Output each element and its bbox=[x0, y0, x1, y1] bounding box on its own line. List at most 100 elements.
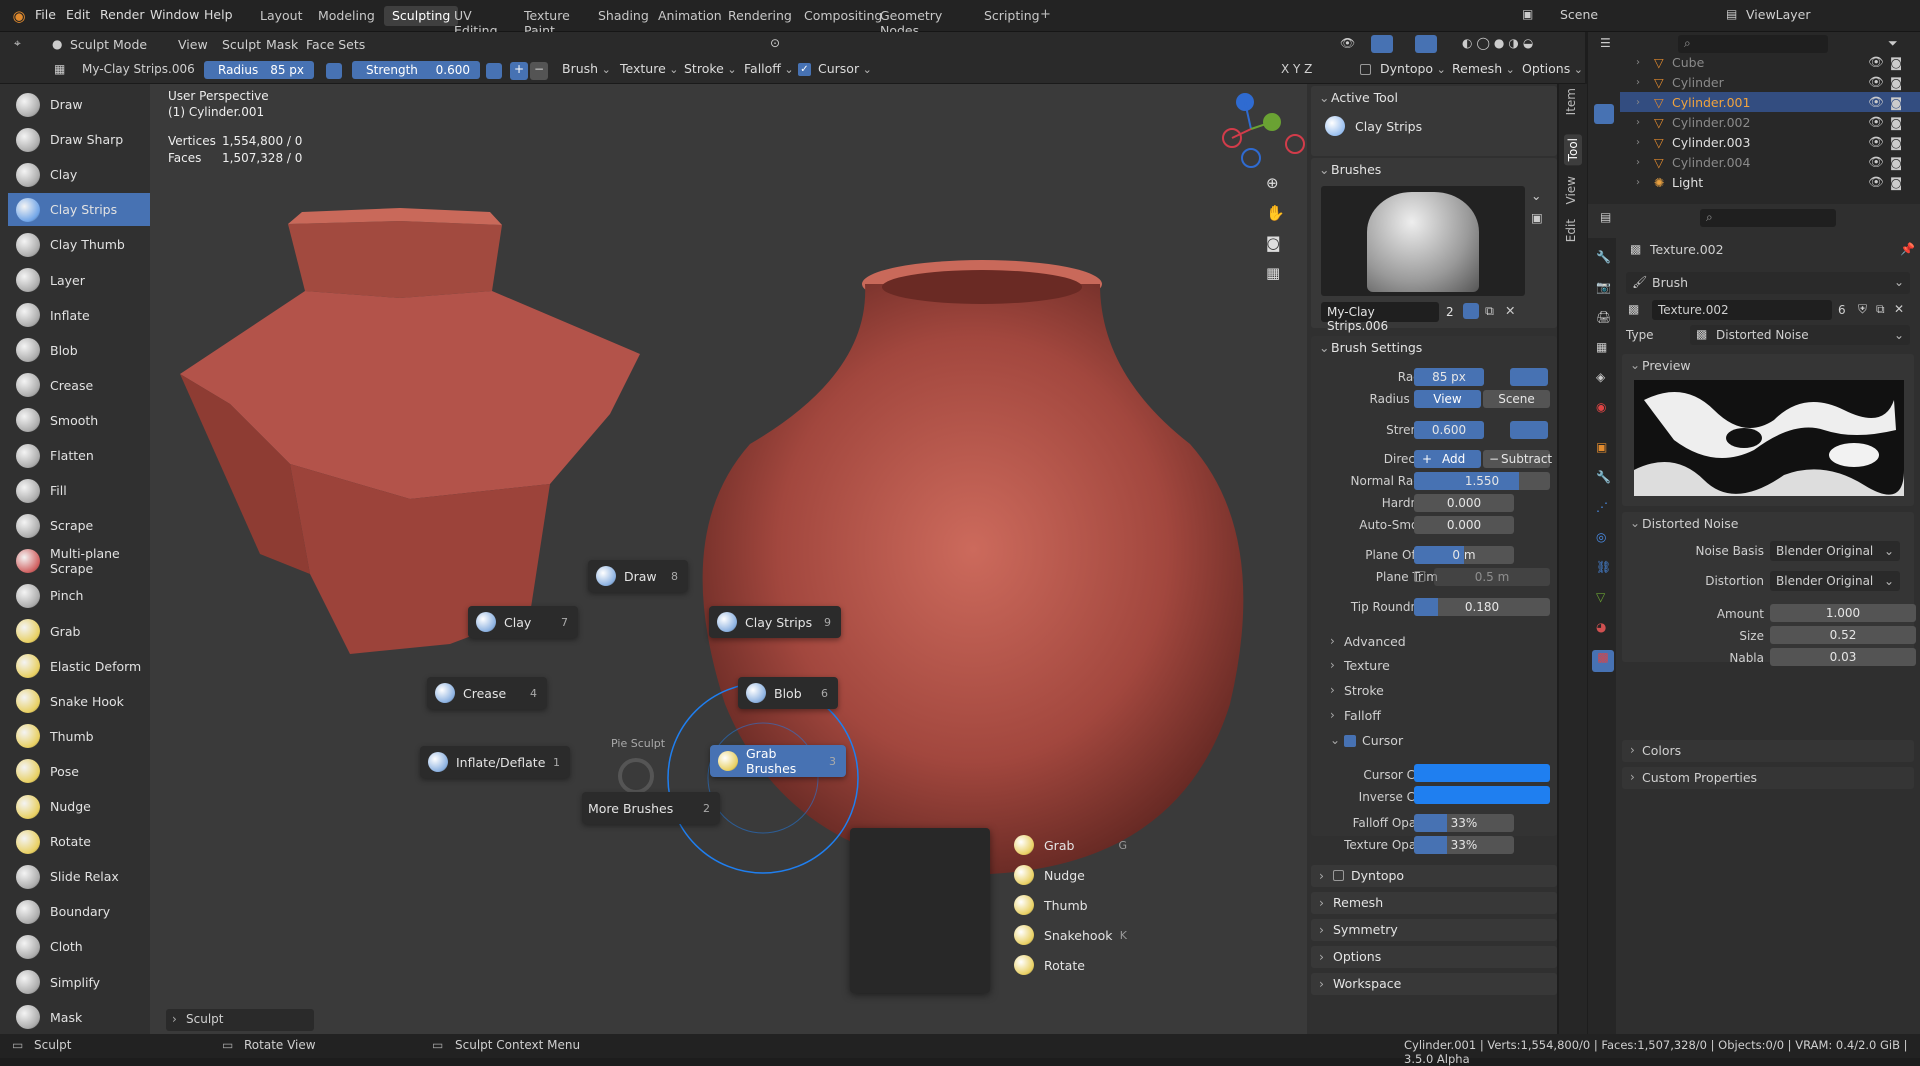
gizmo-toggle[interactable] bbox=[1371, 35, 1393, 53]
tool-clay[interactable]: Clay bbox=[8, 158, 150, 191]
pie-item-blob[interactable]: Blob 6 bbox=[738, 677, 838, 709]
texture-subpanel[interactable]: › Texture bbox=[1330, 656, 1550, 676]
filter-icon[interactable]: ⏷ bbox=[1888, 36, 1898, 51]
stroke-menu[interactable]: Stroke bbox=[684, 61, 737, 76]
pie-item-clay[interactable]: Clay 7 bbox=[468, 606, 578, 638]
radius-unit-view[interactable]: View bbox=[1414, 390, 1481, 408]
amount-field[interactable]: 1.000 bbox=[1770, 604, 1916, 622]
tool-clay-strips[interactable]: Clay Strips bbox=[8, 193, 150, 227]
options-section[interactable]: › Options bbox=[1311, 946, 1557, 968]
side-tab-item[interactable]: Item bbox=[1564, 88, 1578, 115]
tab-geometry-nodes[interactable]: Geometry Nodes bbox=[872, 6, 950, 38]
texture-type-dropdown[interactable]: ▩ Distorted Noise ⌄ bbox=[1690, 325, 1910, 345]
tool-scrape[interactable]: Scrape bbox=[8, 509, 150, 542]
add-workspace-icon[interactable]: + bbox=[1040, 7, 1051, 22]
menu-edit[interactable]: Edit bbox=[66, 7, 90, 22]
particles-tab-icon[interactable]: ⋰ bbox=[1596, 500, 1608, 514]
blender-logo-icon[interactable]: ◉ bbox=[10, 7, 28, 25]
tab-animation[interactable]: Animation bbox=[650, 6, 730, 26]
tab-rendering[interactable]: Rendering bbox=[720, 6, 800, 26]
falloff-subpanel[interactable]: › Falloff bbox=[1330, 706, 1550, 726]
scene-tab-icon[interactable]: ◈ bbox=[1596, 370, 1605, 384]
visibility-icon[interactable]: 👁 bbox=[1340, 36, 1355, 50]
texture-tab-icon[interactable]: ▩ bbox=[1592, 650, 1614, 672]
tool-crease[interactable]: Crease bbox=[8, 369, 150, 402]
object-tab-icon[interactable]: ▣ bbox=[1596, 440, 1607, 454]
pie-item-crease[interactable]: Crease 4 bbox=[427, 677, 547, 709]
menu-face-sets[interactable]: Face Sets bbox=[306, 37, 365, 52]
custom-properties-section[interactable]: › Custom Properties bbox=[1622, 767, 1914, 789]
submenu-grab[interactable]: Grab G bbox=[1000, 830, 1135, 860]
tool-grab[interactable]: Grab bbox=[8, 615, 150, 648]
modifier-tab-icon[interactable]: 🔧 bbox=[1596, 470, 1611, 484]
autosmooth-field[interactable]: 0.000 bbox=[1414, 516, 1514, 534]
submenu-nudge[interactable]: Nudge bbox=[1000, 860, 1135, 890]
plane-trim-field[interactable]: 0.5 m bbox=[1434, 568, 1550, 586]
tool-rotate[interactable]: Rotate bbox=[8, 825, 150, 858]
transform-pivot-icon[interactable]: ⊙ bbox=[770, 36, 780, 50]
tool-inflate[interactable]: Inflate bbox=[8, 299, 150, 332]
radius-unit-scene[interactable]: Scene bbox=[1483, 390, 1550, 408]
pie-item-clay-strips[interactable]: Clay Strips 9 bbox=[709, 606, 841, 638]
camera-icon[interactable]: ◙ bbox=[1266, 234, 1281, 252]
menu-help[interactable]: Help bbox=[204, 7, 233, 22]
outliner-row-cylinder-004[interactable]: › ▽ Cylinder.004 👁 ◙ bbox=[1620, 152, 1920, 172]
outliner-row-cylinder[interactable]: › ▽ Cylinder 👁 ◙ bbox=[1620, 72, 1920, 92]
tool-fill[interactable]: Fill bbox=[8, 474, 150, 507]
strength-field[interactable]: Strength 0.600 bbox=[352, 61, 480, 79]
outliner-row-light[interactable]: › ✺ Light 👁 ◙ bbox=[1620, 172, 1920, 192]
menu-view[interactable]: View bbox=[178, 37, 208, 52]
colors-section[interactable]: › Colors bbox=[1622, 740, 1914, 762]
tool-flatten[interactable]: Flatten bbox=[8, 439, 150, 472]
active-tool-panel[interactable]: ⌄ Active Tool Clay Strips bbox=[1311, 86, 1557, 156]
remesh-menu[interactable]: Remesh bbox=[1452, 61, 1515, 76]
submenu-thumb[interactable]: Thumb bbox=[1000, 890, 1135, 920]
menu-sculpt[interactable]: Sculpt bbox=[222, 37, 261, 52]
tool-snake-hook[interactable]: Snake Hook bbox=[8, 685, 150, 718]
brush-name-field[interactable]: My-Clay Strips.006 bbox=[82, 62, 195, 76]
tab-shading[interactable]: Shading bbox=[590, 6, 657, 26]
options-menu[interactable]: Options bbox=[1522, 61, 1583, 76]
tool-pinch[interactable]: Pinch bbox=[8, 579, 150, 612]
outliner-search-input[interactable]: ⌕ bbox=[1678, 35, 1828, 53]
mode-dropdown[interactable]: Sculpt Mode bbox=[70, 37, 147, 52]
texture-context-dropdown[interactable]: 🖌 Brush ⌄ bbox=[1626, 272, 1910, 294]
cursor-menu[interactable]: Cursor bbox=[818, 61, 872, 76]
advanced-subpanel[interactable]: › Advanced bbox=[1330, 632, 1550, 652]
3d-viewport[interactable]: User Perspective (1) Cylinder.001 Vertic… bbox=[150, 84, 1307, 1034]
cursor-color-swatch[interactable] bbox=[1414, 764, 1550, 782]
tool-smooth[interactable]: Smooth bbox=[8, 404, 150, 437]
tool-slide-relax[interactable]: Slide Relax bbox=[8, 860, 150, 893]
constraints-tab-icon[interactable]: ⛓ bbox=[1596, 560, 1611, 574]
pan-hand-icon[interactable]: ✋ bbox=[1266, 204, 1285, 222]
cursor-subpanel[interactable]: ⌄ Cursor bbox=[1330, 731, 1550, 751]
brush-menu[interactable]: Brush bbox=[562, 61, 611, 76]
outliner-row-cylinder-002[interactable]: › ▽ Cylinder.002 👁 ◙ bbox=[1620, 112, 1920, 132]
ortho-grid-icon[interactable]: ▦ bbox=[1266, 264, 1280, 282]
world-tab-icon[interactable]: ◉ bbox=[1596, 400, 1606, 414]
pie-item-inflate-deflate[interactable]: Inflate/Deflate 1 bbox=[420, 746, 570, 778]
texture-menu[interactable]: Texture bbox=[620, 61, 678, 76]
radius-pressure-icon[interactable] bbox=[326, 63, 342, 79]
tool-cloth[interactable]: Cloth bbox=[8, 930, 150, 963]
stroke-subpanel[interactable]: › Stroke bbox=[1330, 681, 1550, 701]
tab-layout[interactable]: Layout bbox=[252, 6, 311, 26]
outliner-row-cylinder-001[interactable]: › ▽ Cylinder.001 👁 ◙ bbox=[1620, 92, 1920, 112]
output-tab-icon[interactable]: 🖨 bbox=[1596, 310, 1611, 324]
overlay-toggle[interactable] bbox=[1415, 35, 1437, 53]
physics-tab-icon[interactable]: ◎ bbox=[1596, 530, 1606, 544]
zoom-icon[interactable]: ⊕ bbox=[1266, 174, 1279, 192]
side-tab-view[interactable]: View bbox=[1564, 176, 1578, 204]
texture-opacity-field[interactable]: 33% bbox=[1414, 836, 1514, 854]
tool-boundary[interactable]: Boundary bbox=[8, 895, 150, 928]
material-tab-icon[interactable]: ◕ bbox=[1596, 620, 1606, 634]
properties-editor-icon[interactable]: ▤ bbox=[1600, 210, 1611, 224]
tool-draw-sharp[interactable]: Draw Sharp bbox=[8, 123, 150, 156]
size-field[interactable]: 0.52 bbox=[1770, 626, 1916, 644]
radius-setting-field[interactable]: 85 px bbox=[1414, 368, 1484, 386]
tool-multi-plane-scrape[interactable]: Multi-plane Scrape bbox=[8, 544, 150, 577]
last-operator-panel[interactable]: › Sculpt bbox=[166, 1009, 314, 1031]
render-tab-icon[interactable]: 📷 bbox=[1596, 280, 1611, 294]
outliner-row-cube[interactable]: › ▽ Cube 👁 ◙ bbox=[1620, 52, 1920, 72]
workspace-section[interactable]: › Workspace bbox=[1311, 973, 1557, 995]
